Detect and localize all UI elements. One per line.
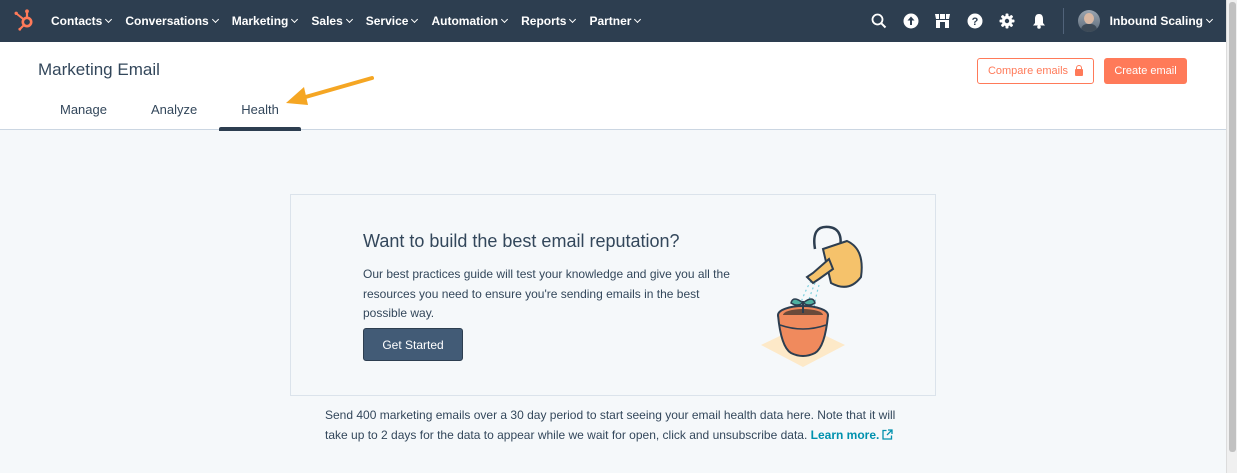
nav-label: Automation (431, 14, 499, 28)
main-menu: Contacts Conversations Marketing Sales S… (51, 0, 654, 42)
health-data-notice: Send 400 marketing emails over a 30 day … (325, 405, 905, 445)
chevron-down-icon (105, 15, 113, 24)
nav-service[interactable]: Service (365, 14, 419, 28)
upgrade-icon (903, 13, 919, 29)
avatar[interactable] (1077, 10, 1100, 32)
nav-label: Service (365, 14, 409, 28)
upgrade-button[interactable] (895, 0, 927, 42)
hubspot-logo-icon[interactable] (12, 8, 36, 32)
chevron-down-icon (501, 15, 509, 24)
nav-conversations[interactable]: Conversations (125, 14, 219, 28)
card-description-line: Our best practices guide will test your … (363, 267, 730, 281)
account-menu[interactable]: Inbound Scaling (1109, 14, 1214, 28)
tab-analyze[interactable]: Analyze (129, 102, 219, 130)
card-title: Want to build the best email reputation? (363, 231, 680, 251)
nav-reports[interactable]: Reports (521, 14, 577, 28)
tab-bar: Manage Analyze Health (38, 102, 301, 131)
scrollbar-thumb[interactable] (1229, 2, 1236, 452)
svg-text:?: ? (971, 16, 978, 28)
nav-utility-icons: ? Inbound Scaling (863, 0, 1226, 42)
notice-line: take up to 2 days for the data to appear… (325, 425, 905, 445)
nav-marketing[interactable]: Marketing (231, 14, 299, 28)
chevron-down-icon (569, 15, 577, 24)
vertical-scrollbar[interactable] (1226, 0, 1237, 473)
notice-text: take up to 2 days for the data to appear… (325, 428, 808, 442)
chevron-down-icon (291, 15, 299, 24)
account-name: Inbound Scaling (1109, 14, 1203, 28)
learn-more-link[interactable]: Learn more. (811, 428, 880, 442)
compare-emails-button[interactable]: Compare emails (977, 58, 1094, 84)
nav-automation[interactable]: Automation (431, 14, 509, 28)
nav-label: Marketing (231, 14, 289, 28)
get-started-button[interactable]: Get Started (363, 328, 463, 361)
nav-label: Contacts (51, 14, 103, 28)
chevron-down-icon (411, 15, 419, 24)
nav-label: Partner (589, 14, 632, 28)
lock-icon (1075, 65, 1084, 76)
nav-contacts[interactable]: Contacts (51, 14, 113, 28)
page-title: Marketing Email (38, 60, 160, 79)
marketplace-icon (935, 14, 951, 28)
card-description-line: resources you need to ensure you're send… (363, 286, 700, 301)
help-icon: ? (967, 13, 983, 29)
settings-button[interactable] (991, 0, 1023, 42)
gear-icon (999, 13, 1015, 29)
annotation-arrow-icon (286, 76, 374, 105)
nav-label: Sales (311, 14, 343, 28)
chevron-down-icon (211, 15, 219, 24)
card-description-line: possible way. (363, 306, 435, 320)
chevron-down-icon (1205, 15, 1214, 24)
create-email-button[interactable]: Create email (1104, 58, 1187, 84)
help-button[interactable]: ? (959, 0, 991, 42)
chevron-down-icon (634, 15, 642, 24)
page-header: Marketing Email Manage Analyze Health Co… (0, 42, 1226, 131)
tab-manage[interactable]: Manage (38, 102, 129, 130)
compare-emails-label: Compare emails (987, 65, 1069, 77)
nav-label: Conversations (125, 14, 209, 28)
bell-icon (1032, 14, 1045, 29)
external-link-icon[interactable] (882, 429, 893, 440)
notice-line: Send 400 marketing emails over a 30 day … (325, 408, 896, 422)
search-button[interactable] (863, 0, 895, 42)
email-health-card: Want to build the best email reputation?… (290, 194, 936, 396)
nav-label: Reports (521, 14, 567, 28)
search-icon (871, 13, 886, 29)
top-navigation-bar: Contacts Conversations Marketing Sales S… (0, 0, 1226, 42)
chevron-down-icon (345, 15, 353, 24)
marketplace-button[interactable] (927, 0, 959, 42)
nav-sales[interactable]: Sales (311, 14, 353, 28)
nav-divider (1062, 8, 1064, 34)
notifications-button[interactable] (1023, 0, 1055, 42)
card-description: Our best practices guide will test your … (363, 265, 743, 324)
nav-partner[interactable]: Partner (589, 14, 642, 28)
watering-can-plant-illustration (761, 225, 863, 367)
